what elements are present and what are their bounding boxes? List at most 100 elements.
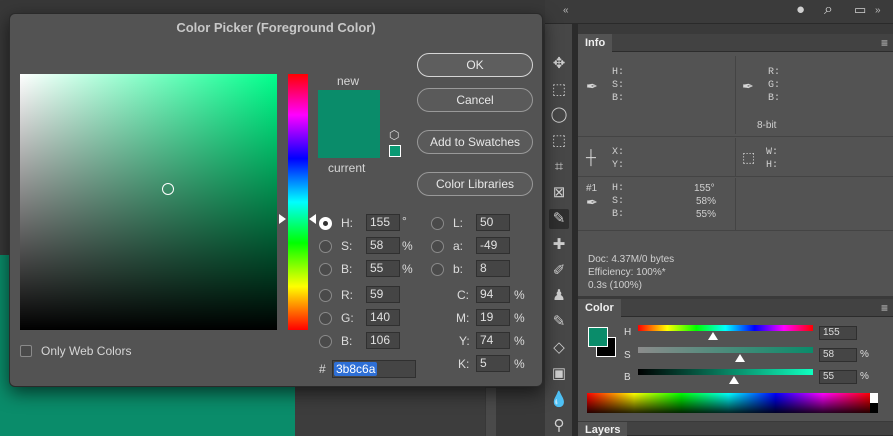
dialog-title: Color Picker (Foreground Color) (176, 20, 376, 35)
quick-select-icon[interactable]: ⬚ (549, 131, 569, 151)
healing-icon[interactable]: ✚ (549, 235, 569, 255)
hue-slider[interactable] (638, 325, 813, 331)
info-hsb-labels: H: S: B: (612, 67, 625, 104)
search-icon[interactable]: ⌕ (824, 1, 833, 19)
radio-r[interactable] (319, 289, 332, 302)
a-field[interactable]: -49 (476, 237, 510, 254)
move-icon[interactable]: ✥ (549, 54, 569, 74)
ok-button[interactable]: OK (417, 53, 533, 77)
color-h-value[interactable]: 155 (819, 326, 857, 340)
crop-icon[interactable]: ⌗ (549, 157, 569, 177)
info-divider (578, 230, 893, 231)
radio-lab-b[interactable] (431, 263, 444, 276)
info-divider (578, 136, 893, 137)
color-spectrum-ramp[interactable] (587, 393, 870, 413)
brightness-slider[interactable] (638, 369, 813, 375)
user-icon[interactable]: ● (796, 1, 805, 18)
hex-field[interactable]: 3b8c6a (332, 360, 416, 378)
collapse-panels-icon[interactable]: » (875, 5, 881, 16)
top-bar: « ● ⌕ ▭ » (545, 0, 893, 24)
saturation-slider[interactable] (638, 347, 813, 353)
brush-icon[interactable]: ✐ (549, 261, 569, 281)
hue-slider-left-arrow[interactable] (279, 214, 286, 224)
frame-icon[interactable]: ⊠ (549, 183, 569, 203)
bit-depth: 8-bit (757, 120, 777, 131)
color-b-label: B (624, 372, 631, 383)
ramp-black-swatch[interactable] (870, 403, 878, 413)
info-xy-labels: X: Y: (612, 147, 625, 171)
eyedropper-icon[interactable]: ✎ (549, 209, 569, 229)
only-web-colors-label: Only Web Colors (41, 344, 132, 358)
gradient-icon[interactable]: ▣ (549, 364, 569, 384)
stamp-icon[interactable]: ♟ (549, 286, 569, 306)
lab-b-field[interactable]: 8 (476, 260, 510, 277)
cube-warning-icon[interactable]: ⬡ (389, 128, 399, 142)
y-field[interactable]: 74 (476, 332, 510, 349)
hue-slider-right-arrow[interactable] (309, 214, 316, 224)
k-unit: % (514, 357, 525, 371)
info-divider (735, 56, 736, 134)
lasso-icon[interactable]: ◯ (549, 105, 569, 125)
new-color-label: new (337, 74, 360, 88)
radio-a[interactable] (431, 240, 444, 253)
selection-size-icon: ⬚ (742, 149, 756, 165)
blur-icon[interactable]: 💧 (549, 390, 569, 410)
m-label: M: (456, 311, 470, 325)
eyedropper-readout-icon: ✒ (586, 78, 598, 94)
dodge-icon[interactable]: ⚲ (549, 416, 569, 436)
rgb-b-field[interactable]: 106 (366, 332, 400, 349)
ramp-white-swatch[interactable] (870, 393, 878, 403)
radio-g[interactable] (319, 312, 332, 325)
add-to-swatches-button[interactable]: Add to Swatches (417, 130, 533, 154)
b-field[interactable]: 55 (366, 260, 400, 277)
cancel-button[interactable]: Cancel (417, 88, 533, 112)
eraser-icon[interactable]: ◇ (549, 338, 569, 358)
panel-menu-icon[interactable]: ≡ (881, 302, 888, 314)
color-sampler-icon: ✒ (586, 194, 598, 210)
l-field[interactable]: 50 (476, 214, 510, 231)
saturation-brightness-field[interactable] (20, 74, 277, 330)
k-field[interactable]: 5 (476, 355, 510, 372)
brightness-slider-thumb[interactable] (729, 376, 740, 384)
tab-color[interactable]: Color (578, 299, 621, 317)
hue-slider-bar[interactable] (288, 74, 308, 330)
k-label: K: (458, 357, 470, 371)
color-b-value[interactable]: 55 (819, 370, 857, 384)
color-libraries-button[interactable]: Color Libraries (417, 172, 533, 196)
g-field[interactable]: 140 (366, 309, 400, 326)
s-field[interactable]: 58 (366, 237, 400, 254)
workspace-icon[interactable]: ▭ (854, 2, 866, 18)
hex-value[interactable]: 3b8c6a (334, 362, 378, 376)
tab-layers[interactable]: Layers (578, 422, 628, 436)
r-field[interactable]: 59 (366, 286, 400, 303)
info-divider (735, 138, 736, 176)
marquee-icon[interactable]: ⬚ (549, 80, 569, 100)
c-field[interactable]: 94 (476, 286, 510, 303)
tab-info[interactable]: Info (578, 34, 613, 52)
h-field[interactable]: 155 (366, 214, 400, 231)
lab-b-label: b: (453, 262, 464, 276)
radio-b[interactable] (319, 263, 332, 276)
web-safe-color-swatch[interactable] (389, 145, 401, 157)
hue-slider-thumb[interactable] (708, 332, 719, 340)
history-brush-icon[interactable]: ✎ (549, 312, 569, 332)
sample-hsb-labels: H: S: B: (612, 183, 625, 220)
vertical-scrollbar[interactable] (486, 388, 496, 436)
color-b-unit: % (860, 371, 869, 382)
radio-l[interactable] (431, 217, 444, 230)
radio-rgb-b[interactable] (319, 335, 332, 348)
panel-menu-icon[interactable]: ≡ (881, 37, 888, 49)
radio-s[interactable] (319, 240, 332, 253)
radio-h[interactable] (319, 217, 332, 230)
current-color-swatch[interactable] (318, 124, 380, 158)
sample-h-value: 155° (694, 183, 715, 194)
m-field[interactable]: 19 (476, 309, 510, 326)
foreground-color-swatch[interactable] (588, 327, 608, 347)
color-s-value[interactable]: 58 (819, 348, 857, 362)
s-label: S: (341, 239, 353, 253)
color-selection-marker[interactable] (162, 183, 174, 195)
collapse-toolbar-icon[interactable]: « (563, 5, 569, 16)
only-web-colors-checkbox[interactable] (20, 345, 32, 357)
saturation-slider-thumb[interactable] (734, 354, 745, 362)
info-rgb-labels: R: G: B: (768, 67, 781, 104)
